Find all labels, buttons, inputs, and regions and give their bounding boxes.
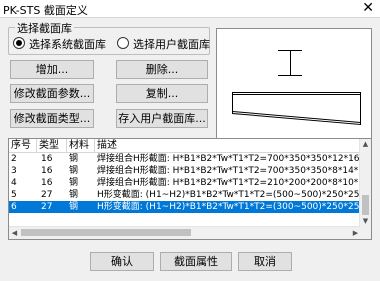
vertical-scrollbar[interactable]: ▲ ▼ — [359, 139, 371, 227]
ok-button[interactable]: 确认 — [90, 252, 154, 271]
system-library-radio[interactable]: 选择系统截面库 — [13, 36, 106, 52]
cell-type: 16 — [41, 154, 53, 164]
cell-description: H形变截面: (H1~H2)*B1*B2*Tw*T1*T2=(500~500)*… — [97, 190, 372, 200]
scroll-left-icon[interactable]: ◀ — [9, 227, 20, 239]
system-library-label: 选择系统截面库 — [29, 38, 106, 51]
list-item-selected[interactable]: 6 27 钢 H形变截面: (H1~H2)*B1*B2*Tw*T1*T2=(30… — [9, 201, 371, 213]
cell-index: 3 — [11, 166, 17, 176]
list-item[interactable]: 5 27 钢 H形变截面: (H1~H2)*B1*B2*Tw*T1*T2=(50… — [9, 189, 371, 201]
cell-type: 16 — [41, 178, 53, 188]
cell-description: 焊接组合H形截面: H*B1*B2*Tw*T1*T2=210*200*200*8… — [97, 178, 370, 188]
column-header-material[interactable]: 材料 — [67, 139, 95, 152]
cell-material: 钢 — [69, 154, 79, 164]
radio-selected-indicator — [13, 37, 25, 49]
library-group: 选择截面库 选择系统截面库 选择用户截面库 — [8, 20, 210, 55]
column-header-type[interactable]: 类型 — [37, 139, 67, 152]
scroll-up-icon[interactable]: ▲ — [360, 139, 371, 150]
cell-description: H形变截面: (H1~H2)*B1*B2*Tw*T1*T2=(300~500)*… — [97, 202, 372, 212]
add-button[interactable]: 增加... — [10, 60, 94, 79]
close-icon[interactable]: ✕ — [362, 0, 374, 16]
horizontal-scrollbar[interactable]: ◀ ▶ — [9, 226, 361, 239]
section-preview-drawing — [232, 50, 361, 126]
cell-material: 钢 — [69, 178, 79, 188]
cell-material: 钢 — [69, 190, 79, 200]
column-header-description[interactable]: 描述 — [95, 139, 361, 152]
cell-index: 2 — [11, 154, 17, 164]
title-bar: PK-STS 截面定义 ✕ — [0, 0, 380, 18]
cell-type: 27 — [41, 202, 53, 212]
cell-type: 16 — [41, 166, 53, 176]
cell-index: 4 — [11, 178, 17, 188]
cancel-button[interactable]: 取消 — [238, 252, 292, 271]
window-title: PK-STS 截面定义 — [3, 4, 88, 17]
user-library-radio[interactable]: 选择用户截面库 — [117, 36, 210, 52]
list-item[interactable]: 3 16 钢 焊接组合H形截面: H*B1*B2*Tw*T1*T2=700*35… — [9, 165, 370, 177]
horizontal-scroll-thumb[interactable] — [21, 229, 191, 236]
vertical-scroll-thumb[interactable] — [362, 195, 369, 215]
scroll-down-icon[interactable]: ▼ — [360, 216, 371, 227]
cell-index: 6 — [11, 202, 17, 212]
section-list[interactable]: 序号 类型 材料 描述 2 16 钢 焊接组合H形截面: H*B1*B2*Tw*… — [8, 138, 372, 240]
cell-material: 钢 — [69, 166, 79, 176]
save-to-user-library-button[interactable]: 存入用户截面库... — [116, 109, 208, 128]
library-group-legend: 选择截面库 — [15, 20, 74, 36]
section-preview — [216, 28, 372, 144]
h-section-icon — [278, 50, 302, 76]
list-header: 序号 类型 材料 描述 — [9, 139, 361, 153]
cell-description: 焊接组合H形截面: H*B1*B2*Tw*T1*T2=700*350*350*1… — [97, 154, 370, 164]
tapered-beam-elevation — [232, 92, 361, 126]
cell-type: 27 — [41, 190, 53, 200]
list-item[interactable]: 2 16 钢 焊接组合H形截面: H*B1*B2*Tw*T1*T2=700*35… — [9, 153, 370, 165]
radio-unselected-indicator — [117, 37, 129, 49]
modify-type-button[interactable]: 修改截面类型... — [10, 109, 94, 128]
user-library-label: 选择用户截面库 — [133, 38, 210, 51]
column-header-index[interactable]: 序号 — [9, 139, 37, 152]
list-item[interactable]: 4 16 钢 焊接组合H形截面: H*B1*B2*Tw*T1*T2=210*20… — [9, 177, 370, 189]
cell-material: 钢 — [69, 202, 79, 212]
cell-description: 焊接组合H形截面: H*B1*B2*Tw*T1*T2=700*350*350*8… — [97, 166, 370, 176]
section-properties-button[interactable]: 截面属性 — [160, 252, 232, 271]
copy-button[interactable]: 复制... — [116, 84, 208, 103]
scrollbar-corner — [360, 227, 371, 239]
cell-index: 5 — [11, 190, 17, 200]
delete-button[interactable]: 删除... — [116, 60, 208, 79]
modify-params-button[interactable]: 修改截面参数... — [10, 84, 94, 103]
dialog-body: 选择截面库 选择系统截面库 选择用户截面库 增加... 删除... 修改截面参数… — [0, 18, 380, 281]
